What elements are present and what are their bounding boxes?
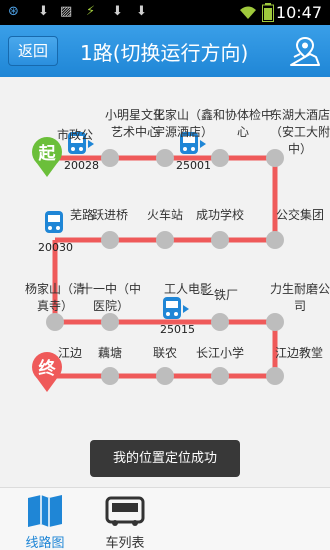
stop-label[interactable]: 火车站 [137,207,193,224]
bus-id: 20030 [38,241,73,254]
stop-label[interactable]: 东湖大酒店（安工大附中） [270,107,330,158]
stop-dot [211,313,229,331]
stop-label[interactable]: 藕塘 [88,345,132,362]
stop-label[interactable]: 一铁厂 [192,287,248,304]
bus-id: 20028 [64,159,99,172]
bus-id: 25015 [160,323,195,336]
stop-dot [211,367,229,385]
sync-icon: ⚡ [86,4,96,19]
bus-icon [163,297,189,319]
stop-label[interactable]: 力生耐磨公司 [270,281,330,315]
stop-dot [101,313,119,331]
stop-dot [156,149,174,167]
image-icon: ▨ [60,4,73,19]
stop-dot [211,231,229,249]
route-map[interactable]: 起 终 市政公 小明星文化艺术中心 王家山（鑫宇源酒店） 和协体检中心 东湖大酒… [0,77,330,487]
page-title[interactable]: 1路(切换运行方向) [80,37,248,66]
bus-icon [45,211,63,233]
wifi-icon [240,6,256,19]
battery-icon [262,3,274,22]
stop-label[interactable]: 市政公 [45,127,105,144]
map-book-icon [28,495,62,527]
clock: 10:47 [275,3,322,22]
back-button[interactable]: 返回 [8,36,58,66]
stop-dot [46,313,64,331]
stop-dot [101,149,119,167]
toast-message: 我的位置定位成功 [90,440,240,477]
tab-label: 线路图 [25,536,65,550]
map-pin-icon [290,36,320,66]
bus-id: 25001 [176,159,211,172]
stop-dot [101,231,119,249]
tab-bus-list[interactable]: 车列表 [80,488,170,550]
tab-route-map[interactable]: 线路图 [0,488,90,550]
stop-dot [211,149,229,167]
stop-label[interactable]: 江边 [50,345,90,362]
stop-dot [266,367,284,385]
stop-dot [156,231,174,249]
stop-dot [266,313,284,331]
download-icon: ⬇ [136,4,147,19]
bottom-tab-bar: 线路图 车列表 [0,487,330,550]
svg-text:起: 起 [38,143,57,164]
status-bar: ⊛ ⬇ ▨ ⚡ ⬇ ⬇ 10:47 [0,0,330,25]
stop-dot [101,367,119,385]
stop-dot [266,231,284,249]
stop-label[interactable]: 成功学校 [192,207,248,224]
stop-dot [156,367,174,385]
download-icon: ⬇ [112,4,123,19]
stop-label[interactable]: 联农 [143,345,187,362]
tab-label: 车列表 [105,536,145,550]
map-button[interactable] [290,35,320,67]
stop-label[interactable]: 公交集团 [270,207,330,224]
bus-icon [105,496,145,526]
stop-label[interactable]: 跃进桥 [82,207,138,224]
title-bar: 返回 1路(切换运行方向) [0,25,330,77]
download-icon: ⬇ [38,4,49,19]
stop-label[interactable]: 十一中（中医院） [80,281,142,315]
stop-label[interactable]: 杨家山（清真寺） [24,281,86,315]
app-notification-icon: ⊛ [8,4,19,19]
stop-label[interactable]: 和协体检中心 [213,107,273,141]
stop-label[interactable]: 长江小学 [190,345,250,362]
stop-label[interactable]: 王家山（鑫宇源酒店） [153,107,213,141]
stop-label[interactable]: 江边教堂 [268,345,330,362]
